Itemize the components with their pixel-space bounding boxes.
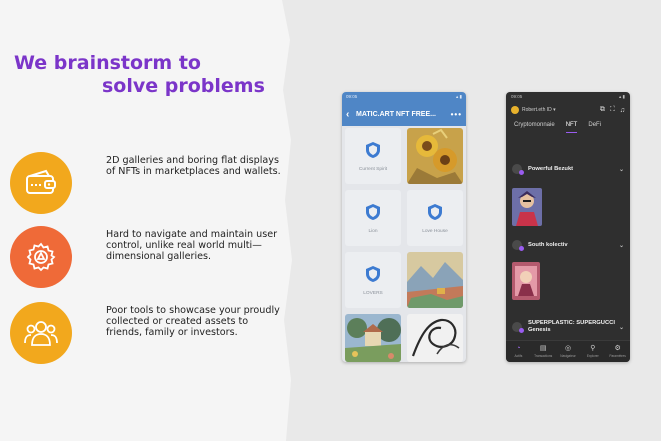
nft-thumbnail-powerful[interactable] — [512, 188, 542, 226]
nft-cell-current-spirit[interactable]: Current Spirit — [345, 128, 401, 184]
collection-avatar — [512, 322, 524, 333]
nav-label: Paramètres — [609, 354, 626, 358]
nft-cell-artwork-landscape[interactable] — [407, 252, 463, 308]
chevron-down-icon[interactable]: ⌄ — [619, 242, 624, 249]
status-time: 09:05 — [346, 94, 358, 99]
nav-item-browser[interactable]: ◎ Navigateur — [556, 341, 581, 362]
back-arrow-icon[interactable]: ‹ — [346, 109, 356, 120]
nft-caption: LOVERS — [363, 290, 383, 296]
headline: We brainstorm to solve problems — [14, 52, 274, 98]
nft-cell-lion[interactable]: Lion — [345, 190, 401, 246]
sketch-artwork-image — [407, 314, 463, 362]
tab-defi[interactable]: DeFi — [588, 122, 601, 136]
nav-item-assets[interactable]: ◔ Actifs — [506, 341, 531, 362]
tab-crypto[interactable]: Cryptomonnaie — [514, 122, 555, 136]
shield-icon — [366, 203, 380, 220]
collection-header-south[interactable]: South kolectiv ⌄ — [512, 238, 624, 252]
nft-caption: Love House — [422, 228, 448, 234]
nft-caption: Current Spirit — [358, 166, 388, 172]
account-name: Robert.eth ID — [522, 107, 552, 113]
account-avatar[interactable] — [511, 106, 519, 114]
problem-text: Hard to navigate and maintain user contr… — [106, 229, 278, 263]
caret-down-icon: ▾ — [553, 107, 556, 113]
nft-character-image — [512, 188, 542, 226]
nft-artwork-image — [512, 262, 540, 300]
collection-avatar — [512, 240, 524, 251]
people-icon-circle — [10, 302, 72, 364]
nav-item-settings[interactable]: ⚙ Paramètres — [605, 341, 630, 362]
asset-tabs: Cryptomonnaie NFT DeFi — [506, 118, 630, 136]
nft-thumbnail-south[interactable] — [512, 262, 540, 300]
gear-icon: ⚙ — [614, 345, 621, 352]
nft-cell-artwork-garden[interactable] — [345, 314, 401, 362]
landscape-artwork-image — [407, 252, 463, 308]
problem-point-showcase: Poor tools to showcase your proudly coll… — [10, 302, 290, 364]
nav-item-transactions[interactable]: ▤ Transactions — [531, 341, 556, 362]
status-bar: 09:05 ▴ ▮ — [506, 92, 630, 102]
collection-name: SUPERPLASTIC: SUPERGUCCI Genesis — [528, 320, 615, 333]
collection-header-superplastic[interactable]: SUPERPLASTIC: SUPERGUCCI Genesis ⌄ — [512, 318, 624, 336]
nav-label: Explorer — [586, 354, 599, 358]
phone-screenshot-wallet-nft: 09:05 ▴ ▮ Robert.eth ID ▾ ⧉ ⛶ ♫ Cryptomo… — [506, 92, 630, 362]
problem-text: 2D galleries and boring flat displays of… — [106, 155, 281, 178]
headline-line-2: solve problems — [102, 75, 265, 97]
sunflower-artwork-image — [407, 128, 463, 184]
gear-icon-circle — [10, 226, 72, 288]
collection-name: Powerful Bezukt — [528, 166, 574, 172]
nft-cell-lovers[interactable]: LOVERS — [345, 252, 401, 308]
search-icon: ⚲ — [590, 345, 596, 352]
more-icon[interactable]: ••• — [451, 110, 462, 119]
phone-screenshot-matic-art: 09:05 ▴ ▮ ‹ MATIC.ART NFT FREE... ••• Cu… — [342, 92, 466, 362]
problem-point-navigation: Hard to navigate and maintain user contr… — [10, 226, 290, 288]
nft-cell-love-house[interactable]: Love House — [407, 190, 463, 246]
app-bar: ‹ MATIC.ART NFT FREE... ••• — [342, 102, 466, 126]
globe-icon: ◎ — [564, 345, 572, 352]
copy-icon[interactable]: ⧉ — [600, 106, 605, 114]
nft-cell-artwork-sunflowers[interactable] — [407, 128, 463, 184]
collection-header-powerful[interactable]: Powerful Bezukt ⌄ — [512, 162, 624, 176]
shield-icon — [428, 203, 442, 220]
collection-avatar — [512, 164, 524, 175]
status-icons: ▴ ▮ — [619, 94, 625, 99]
bell-icon[interactable]: ♫ — [620, 107, 625, 114]
wallet-icon-circle — [10, 152, 72, 214]
problem-point-galleries: 2D galleries and boring flat displays of… — [10, 152, 290, 214]
people-icon — [24, 321, 58, 346]
chevron-down-icon[interactable]: ⌄ — [619, 166, 624, 173]
nav-label: Transactions — [534, 354, 553, 358]
nft-cell-artwork-sketch[interactable] — [407, 314, 463, 362]
status-icons: ▴ ▮ — [456, 94, 462, 99]
wallet-top-bar: Robert.eth ID ▾ ⧉ ⛶ ♫ — [506, 102, 630, 118]
app-bar-title: MATIC.ART NFT FREE... — [356, 110, 436, 118]
assets-icon: ◔ — [516, 345, 521, 352]
scan-icon[interactable]: ⛶ — [610, 106, 615, 114]
nav-label: Actifs — [514, 354, 523, 358]
garden-artwork-image — [345, 314, 401, 362]
tab-nft[interactable]: NFT — [565, 122, 578, 133]
gear-icon — [26, 242, 56, 272]
nav-item-explore[interactable]: ⚲ Explorer — [580, 341, 605, 362]
transactions-icon: ▤ — [539, 345, 547, 352]
shield-icon — [366, 141, 380, 158]
headline-line-1: We brainstorm to — [14, 52, 201, 74]
account-selector[interactable]: Robert.eth ID ▾ — [522, 107, 595, 113]
bottom-nav-bar: ◔ Actifs ▤ Transactions ◎ Navigateur ⚲ E… — [506, 340, 630, 362]
nft-caption: Lion — [368, 228, 378, 234]
collection-name: South kolectiv — [528, 242, 568, 248]
chevron-down-icon[interactable]: ⌄ — [619, 324, 624, 331]
shield-icon — [366, 265, 380, 282]
nav-label: Navigateur — [560, 354, 576, 358]
wallet-icon — [26, 169, 56, 194]
slide: We brainstorm to solve problems 2D galle… — [0, 0, 661, 441]
problem-text: Poor tools to showcase your proudly coll… — [106, 305, 280, 339]
status-bar: 09:05 ▴ ▮ — [342, 92, 466, 102]
status-time: 09:05 — [511, 94, 523, 99]
